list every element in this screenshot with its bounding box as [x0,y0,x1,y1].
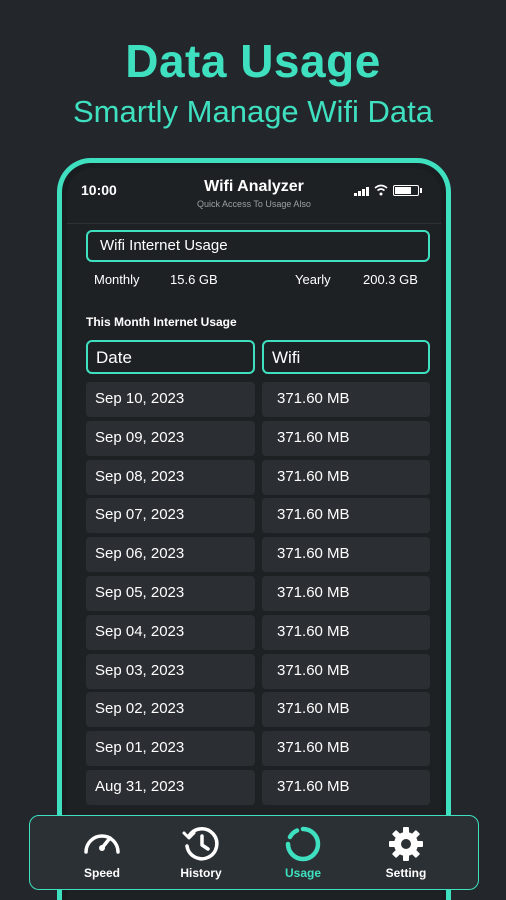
row-date: Sep 06, 2023 [86,537,255,573]
nav-label-history: History [180,866,222,880]
app-subtitle: Quick Access To Usage Also [197,199,311,209]
nav-setting[interactable]: Setting [366,816,446,891]
history-icon [182,827,219,861]
table-row: Sep 10, 2023 371.60 MB [86,382,430,417]
row-wifi-usage: 371.60 MB [262,576,430,611]
table-row: Sep 04, 2023 371.60 MB [86,614,430,650]
table-row: Sep 02, 2023 371.60 MB [86,692,430,728]
table-row: Aug 31, 2023 371.60 MB [86,770,430,805]
yearly-value: 200.3 GB [363,272,418,287]
monthly-value: 15.6 GB [170,272,218,287]
row-wifi-usage: 371.60 MB [262,731,430,767]
table-row: Sep 01, 2023 371.60 MB [86,731,430,767]
battery-icon [393,185,422,196]
app-screen: 10:00 Wifi Analyzer Quick Access To Usag… [67,168,441,900]
gear-icon [389,827,423,861]
wifi-icon [374,184,388,196]
wifi-usage-box[interactable]: Wifi Internet Usage [86,230,430,262]
row-wifi-usage: 371.60 MB [262,692,430,728]
row-wifi-usage: 371.60 MB [262,420,430,456]
monthly-label: Monthly [94,272,140,287]
table-row: Sep 03, 2023 371.60 MB [86,653,430,689]
bottom-nav: Speed History Usage Setting [29,815,479,890]
row-date: Sep 10, 2023 [86,382,255,417]
row-wifi-usage: 371.60 MB [262,653,430,689]
row-date: Sep 02, 2023 [86,692,255,728]
table-row: Sep 07, 2023 371.60 MB [86,498,430,534]
row-wifi-usage: 371.60 MB [262,770,430,805]
nav-label-usage: Usage [284,866,322,880]
row-date: Sep 01, 2023 [86,731,255,767]
wifi-column-header: Wifi [262,340,430,374]
nav-history[interactable]: History [161,816,241,891]
section-title: This Month Internet Usage [86,315,237,329]
yearly-label: Yearly [295,272,331,287]
signal-icon [354,186,369,196]
row-wifi-usage: 371.60 MB [262,537,430,573]
row-date: Sep 09, 2023 [86,420,255,456]
row-date: Sep 05, 2023 [86,576,255,611]
nav-speed[interactable]: Speed [62,816,142,891]
table-row: Sep 09, 2023 371.60 MB [86,420,430,456]
row-date: Sep 08, 2023 [86,459,255,495]
row-date: Sep 03, 2023 [86,653,255,689]
nav-label-setting: Setting [385,866,427,880]
row-date: Sep 07, 2023 [86,498,255,534]
phone-frame: 10:00 Wifi Analyzer Quick Access To Usag… [57,158,451,900]
row-date: Aug 31, 2023 [86,770,255,805]
table-row: Sep 08, 2023 371.60 MB [86,459,430,495]
row-wifi-usage: 371.60 MB [262,498,430,534]
nav-label-speed: Speed [83,866,120,880]
app-header: 10:00 Wifi Analyzer Quick Access To Usag… [67,168,441,224]
usage-ring-icon [285,826,321,862]
row-wifi-usage: 371.60 MB [262,382,430,417]
row-wifi-usage: 371.60 MB [262,614,430,650]
nav-usage[interactable]: Usage [263,816,343,891]
status-icons [354,182,422,196]
row-wifi-usage: 371.60 MB [262,459,430,495]
speedometer-icon [84,834,120,854]
table-row: Sep 06, 2023 371.60 MB [86,537,430,573]
row-date: Sep 04, 2023 [86,614,255,650]
hero-subtitle: Smartly Manage Wifi Data [72,94,434,129]
date-column-header: Date [86,340,255,374]
hero-title: Data Usage [125,35,381,87]
table-row: Sep 05, 2023 371.60 MB [86,576,430,611]
